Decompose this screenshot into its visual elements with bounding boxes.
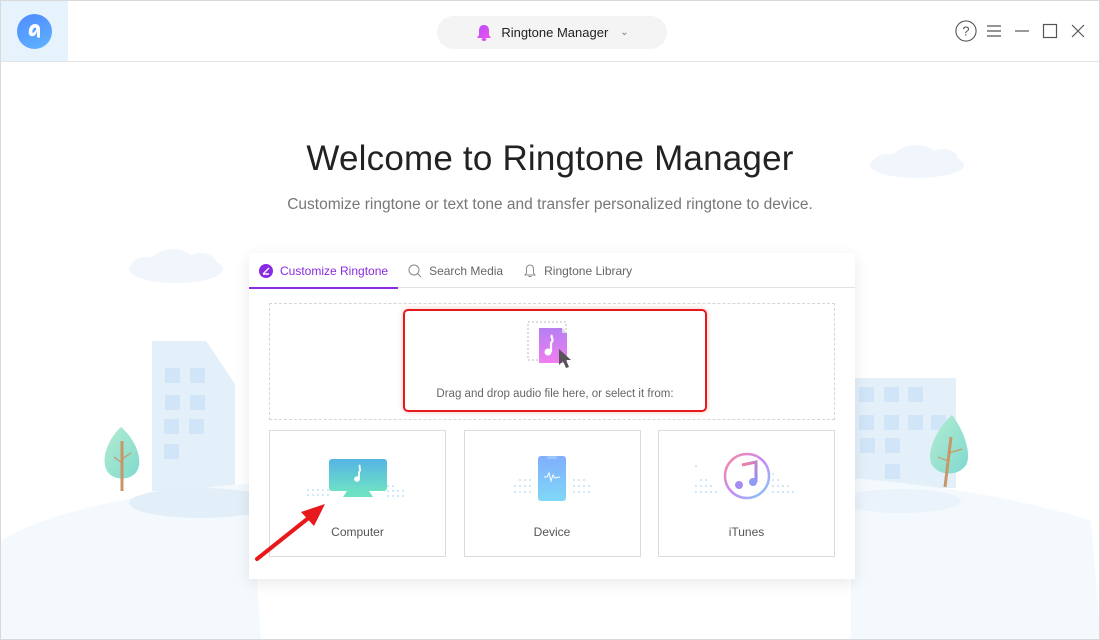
menu-icon — [987, 25, 1001, 37]
app-logo-area — [1, 1, 68, 61]
tab-customize-ringtone[interactable]: Customize Ringtone — [249, 253, 399, 289]
tab-ringtone-library[interactable]: Ringtone Library — [513, 253, 642, 288]
tab-label: Ringtone Library — [544, 263, 633, 278]
source-itunes[interactable]: iTunes — [658, 430, 835, 557]
source-computer[interactable]: Computer — [269, 430, 446, 557]
dropzone-instructions: Drag and drop audio file here, or select… — [436, 388, 674, 400]
page-subtitle: Customize ringtone or text tone and tran… — [287, 196, 813, 213]
tree-left — [104, 427, 140, 491]
tab-search-media[interactable]: Search Media — [398, 253, 513, 288]
help-icon: ? — [955, 20, 977, 42]
itunes-icon — [694, 452, 794, 500]
source-options: Computer Device iTunes — [269, 430, 835, 557]
cloud-left — [129, 249, 223, 283]
source-device[interactable]: Device — [463, 430, 641, 557]
svg-text:?: ? — [962, 24, 969, 39]
annotation-highlight-box: Drag and drop audio file here, or select… — [403, 309, 707, 412]
chevron-down-icon: ⌄ — [620, 27, 629, 38]
source-label: Device — [533, 525, 571, 539]
title-bar: Ringtone Manager ⌄ ? — [1, 1, 1099, 62]
building-right — [849, 378, 956, 488]
source-label: Computer — [331, 525, 384, 539]
tree-right — [930, 415, 969, 488]
app-window: Ringtone Manager ⌄ ? Welcome to Ringtone… — [0, 0, 1100, 640]
close-icon — [1071, 24, 1085, 38]
tab-bar: Customize Ringtone Search Media Ringtone… — [249, 253, 855, 289]
menu-button[interactable] — [983, 19, 1005, 43]
help-button[interactable]: ? — [955, 19, 977, 43]
ground-left — [1, 483, 261, 639]
building-left — [152, 341, 235, 491]
music-file-drop-icon — [527, 321, 571, 368]
window-controls: ? — [955, 19, 1089, 43]
maximize-icon — [1042, 23, 1058, 39]
minimize-button[interactable] — [1011, 19, 1033, 43]
ground-right — [851, 478, 1099, 639]
app-logo-icon — [17, 13, 52, 49]
source-label: iTunes — [728, 525, 765, 539]
close-button[interactable] — [1067, 19, 1089, 43]
edit-icon — [259, 263, 273, 278]
ringtone-panel: Customize Ringtone Search Media Ringtone… — [249, 253, 855, 579]
mode-selector[interactable]: Ringtone Manager ⌄ — [437, 16, 667, 49]
page-title: Welcome to Ringtone Manager — [306, 139, 794, 178]
maximize-button[interactable] — [1039, 19, 1061, 43]
phone-icon — [514, 456, 590, 501]
search-icon — [408, 264, 422, 277]
tab-label: Search Media — [429, 263, 504, 278]
bell-icon — [477, 24, 492, 41]
tab-label: Customize Ringtone — [280, 263, 389, 278]
audio-dropzone[interactable]: Drag and drop audio file here, or select… — [269, 303, 835, 420]
minimize-icon — [1015, 30, 1029, 32]
computer-icon — [306, 459, 404, 497]
mode-selector-label: Ringtone Manager — [501, 25, 609, 40]
bell-outline-icon — [524, 263, 537, 277]
